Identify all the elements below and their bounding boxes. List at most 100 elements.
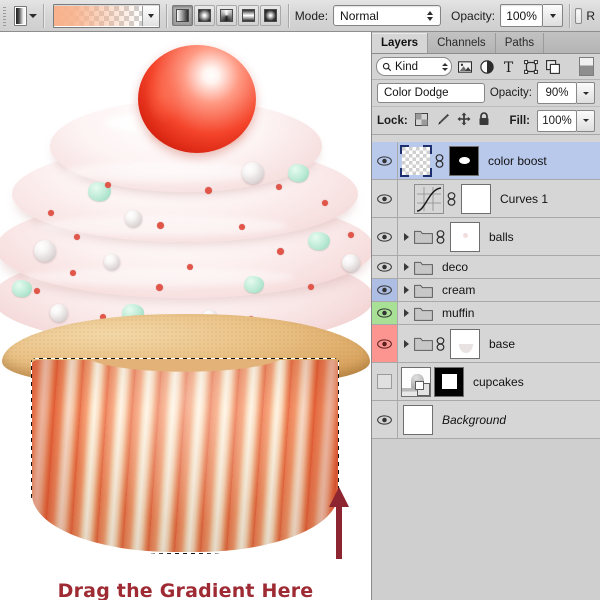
smartobject-filter-icon[interactable] [543, 57, 562, 76]
type-filter-icon[interactable]: T [499, 57, 518, 76]
filter-toggle-switch[interactable] [579, 57, 594, 76]
lock-image-pixels-icon[interactable] [435, 113, 450, 129]
red-sprinkle-dot [105, 182, 111, 188]
filter-kind-value: Kind [395, 60, 419, 73]
red-sprinkle-dot [348, 232, 354, 238]
photoshop-window: Mode: Normal Opacity: 100% R Drag the Gr… [0, 0, 600, 600]
layer-visibility-toggle[interactable] [372, 218, 398, 255]
layer-blend-mode-value: Color Dodge [384, 87, 449, 99]
layer-name[interactable]: base [489, 337, 515, 351]
layer-name[interactable]: muffin [442, 306, 474, 320]
layer-visibility-toggle[interactable] [372, 325, 398, 362]
folder-icon [414, 306, 433, 321]
tab-channels[interactable]: Channels [428, 33, 496, 53]
layer-row-cream[interactable]: cream [372, 279, 600, 302]
layer-row-cupcakes[interactable]: cupcakes [372, 363, 600, 401]
layer-filter-row: Kind T [372, 54, 600, 80]
layer-name[interactable]: Background [442, 413, 506, 427]
link-icon[interactable] [433, 153, 445, 168]
layer-name[interactable]: Curves 1 [500, 192, 548, 206]
layer-mask-thumbnail[interactable] [449, 145, 479, 176]
options-bar-grip[interactable] [3, 4, 7, 27]
layer-thumbnail[interactable] [403, 404, 433, 435]
layer-mask-thumbnail[interactable] [450, 221, 480, 252]
layer-mask-thumbnail[interactable] [461, 183, 491, 214]
layer-visibility-toggle[interactable] [372, 279, 398, 301]
layer-visibility-toggle[interactable] [372, 401, 398, 438]
group-disclosure-triangle-icon[interactable] [400, 263, 413, 271]
layer-name[interactable]: color boost [488, 154, 547, 168]
layer-visibility-toggle[interactable] [372, 363, 398, 400]
layer-opacity-input[interactable]: 90% [537, 82, 577, 104]
filter-kind-select[interactable]: Kind [376, 57, 452, 76]
link-icon[interactable] [434, 229, 446, 244]
layer-name[interactable]: deco [442, 260, 468, 274]
layer-row-background[interactable]: Background [372, 401, 600, 439]
layer-blend-row: Color Dodge Opacity: 90% [372, 80, 600, 107]
layer-row-muffin[interactable]: muffin [372, 302, 600, 325]
red-sprinkle-dot [34, 288, 40, 294]
lock-all-icon[interactable] [478, 112, 490, 129]
link-icon[interactable] [434, 336, 446, 351]
radial-gradient-button[interactable] [194, 5, 216, 26]
red-sprinkle-dot [276, 184, 282, 190]
group-disclosure-triangle-icon[interactable] [400, 286, 413, 294]
layer-name[interactable]: balls [489, 230, 514, 244]
layer-row-balls[interactable]: balls [372, 218, 600, 256]
layer-row-deco[interactable]: deco [372, 256, 600, 279]
red-sprinkle-dot [308, 284, 314, 290]
reverse-label: R [586, 8, 595, 23]
layer-mask-thumbnail[interactable] [450, 328, 480, 359]
opacity-slider-dropdown[interactable] [543, 4, 564, 27]
lock-transparent-pixels-icon[interactable] [414, 112, 428, 129]
mint-sprinkle [244, 276, 264, 293]
reverse-checkbox[interactable] [575, 7, 583, 24]
angle-gradient-button[interactable] [216, 5, 238, 26]
options-bar: Mode: Normal Opacity: 100% R [0, 0, 600, 32]
diamond-gradient-button[interactable] [260, 5, 282, 26]
blend-mode-select[interactable]: Normal [333, 5, 442, 26]
tab-paths[interactable]: Paths [496, 33, 545, 53]
layer-row-base[interactable]: base [372, 325, 600, 363]
layer-row-curves-1[interactable]: Curves 1 [372, 180, 600, 218]
layer-blend-mode-select[interactable]: Color Dodge [377, 83, 485, 103]
layer-thumbnail[interactable] [400, 144, 432, 177]
layer-opacity-label: Opacity: [489, 87, 532, 99]
layer-opacity-dropdown[interactable] [577, 82, 595, 104]
gradient-editor-field[interactable] [53, 3, 160, 28]
eye-icon [377, 338, 392, 349]
gradient-preview-swatch[interactable] [54, 5, 142, 26]
layer-opacity-control: 90% [537, 82, 595, 104]
layer-visibility-toggle[interactable] [372, 180, 398, 217]
group-disclosure-triangle-icon[interactable] [400, 339, 413, 348]
layer-name[interactable]: cupcakes [473, 375, 524, 389]
link-icon[interactable] [445, 191, 457, 206]
layer-name[interactable]: cream [442, 283, 475, 297]
curves-adjustment-icon[interactable] [414, 183, 444, 214]
group-disclosure-triangle-icon[interactable] [400, 232, 413, 241]
gradient-tool-preset-dropdown[interactable] [28, 8, 37, 24]
tab-layers[interactable]: Layers [372, 33, 429, 53]
gradient-tool-preset-icon[interactable] [14, 5, 27, 26]
lock-position-icon[interactable] [457, 112, 471, 129]
frosting-highlight [64, 162, 264, 182]
shape-filter-icon[interactable] [521, 57, 540, 76]
folder-icon [414, 260, 433, 275]
layer-mask-thumbnail[interactable] [434, 366, 464, 397]
layer-row-color-boost[interactable]: color boost [372, 142, 600, 180]
document-canvas[interactable]: Drag the Gradient Here [0, 32, 371, 600]
folder-icon [414, 229, 433, 244]
opacity-input[interactable]: 100% [500, 4, 544, 27]
image-filter-icon[interactable] [455, 57, 474, 76]
reflected-gradient-button[interactable] [238, 5, 260, 26]
layer-visibility-toggle[interactable] [372, 142, 398, 179]
layer-visibility-toggle[interactable] [372, 256, 398, 278]
linear-gradient-button[interactable] [172, 5, 194, 26]
gradient-picker-dropdown[interactable] [142, 5, 159, 26]
group-disclosure-triangle-icon[interactable] [400, 309, 413, 317]
smart-object-thumbnail[interactable] [401, 366, 431, 397]
fill-dropdown[interactable] [577, 109, 595, 132]
fill-input[interactable]: 100% [537, 109, 577, 132]
adjustment-filter-icon[interactable] [477, 57, 496, 76]
layer-visibility-toggle[interactable] [372, 302, 398, 324]
